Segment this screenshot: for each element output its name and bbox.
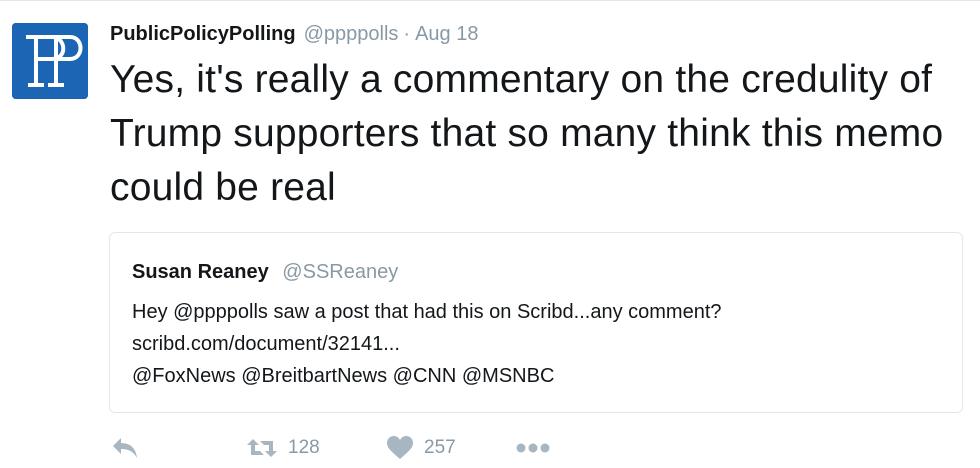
tweet-header: PublicPolicyPolling @ppppolls · Aug 18 [110, 23, 478, 49]
tweet-card: PublicPolicyPolling @ppppolls · Aug 18 Y… [0, 0, 980, 468]
author-handle[interactable]: @ppppolls [304, 23, 399, 46]
retweet-icon [247, 439, 277, 457]
tweet-date[interactable]: Aug 18 [415, 23, 478, 46]
quoted-author-handle: @SSReaney [282, 261, 399, 283]
tweet-actions: 128 257 [110, 431, 570, 465]
more-icon [516, 443, 550, 453]
retweet-button[interactable]: 128 [246, 431, 320, 465]
quoted-text-link: scribd.com/document/32141... [132, 333, 400, 355]
separator: · [403, 23, 411, 45]
like-button[interactable]: 257 [386, 431, 456, 465]
reply-button[interactable] [110, 431, 140, 465]
quoted-text-line-3: @FoxNews @BreitbartNews @CNN @MSNBC [132, 365, 555, 387]
quoted-tweet[interactable]: Susan Reaney @SSReaney Hey @ppppolls saw… [109, 232, 963, 413]
heart-icon [387, 436, 413, 459]
retweet-count: 128 [288, 437, 320, 458]
author-name[interactable]: PublicPolicyPolling [110, 23, 296, 46]
quoted-author-name: Susan Reaney [132, 261, 269, 283]
avatar[interactable] [12, 23, 88, 99]
quoted-text-line-1: Hey @ppppolls saw a post that had this o… [132, 301, 722, 323]
like-count: 257 [424, 437, 456, 458]
ppp-logo-icon [12, 23, 88, 99]
more-button[interactable] [516, 431, 550, 465]
quoted-tweet-header: Susan Reaney @SSReaney [132, 261, 398, 284]
tweet-text: Yes, it's really a commentary on the cre… [110, 58, 944, 209]
reply-icon [113, 438, 137, 458]
